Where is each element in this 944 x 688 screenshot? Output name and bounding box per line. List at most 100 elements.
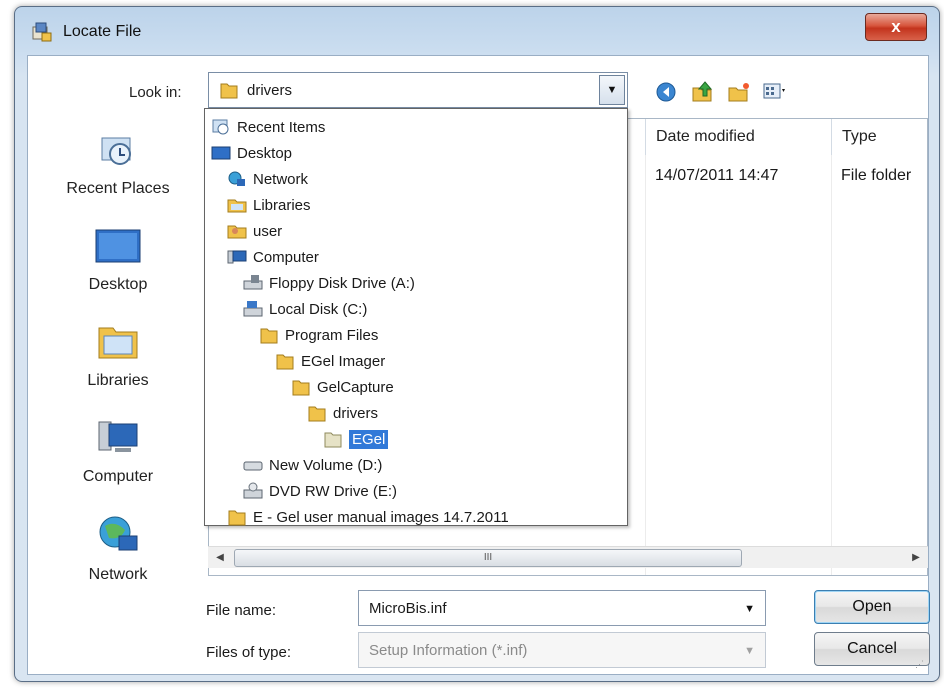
dropdown-item-label: Network [253, 170, 309, 188]
file-name-input[interactable]: MicroBis.inf ▼ [358, 590, 766, 626]
computer-icon [227, 250, 247, 264]
dropdown-item-label: Computer [253, 248, 319, 266]
dropdown-item-gelcapture[interactable]: GelCapture [291, 375, 394, 399]
dropdown-item-label: Local Disk (C:) [269, 300, 368, 318]
desktop-icon [211, 146, 231, 160]
place-libraries[interactable]: Libraries [28, 318, 208, 390]
computer-icon [98, 421, 138, 452]
dropdown-item-label: Program Files [285, 326, 379, 344]
places-bar: Recent Places Desktop Libraries Computer… [28, 118, 208, 618]
chevron-down-icon[interactable]: ▼ [744, 603, 755, 615]
horizontal-scrollbar[interactable]: ◀ III ▶ [208, 546, 928, 568]
libraries-icon [227, 199, 247, 213]
scroll-right-icon[interactable]: ▶ [908, 550, 924, 566]
app-icon [32, 22, 52, 42]
column-divider [831, 155, 832, 575]
recent-items-icon [212, 119, 229, 135]
chevron-down-icon[interactable]: ▼ [599, 75, 625, 105]
locate-file-dialog: Locate File x Look in: drivers ▼ Recent … [14, 6, 940, 682]
dropdown-item-label: New Volume (D:) [269, 456, 383, 474]
dropdown-item-label: E - Gel user manual images 14.7.2011 [253, 508, 509, 526]
look-in-combo[interactable]: drivers ▼ [208, 72, 628, 108]
dropdown-item-label: DVD RW Drive (E:) [269, 482, 398, 500]
close-button[interactable]: x [865, 13, 927, 41]
look-in-dropdown-list: Recent Items Desktop Network Libraries u… [204, 108, 628, 526]
scroll-left-icon[interactable]: ◀ [212, 550, 228, 566]
look-in-label: Look in: [129, 84, 182, 101]
user-icon [227, 225, 247, 239]
place-network[interactable]: Network [28, 512, 208, 584]
folder-icon [276, 354, 294, 370]
dialog-title: Locate File [63, 23, 142, 40]
up-folder-icon[interactable] [690, 80, 716, 104]
dropdown-item-label: drivers [333, 404, 379, 422]
dropdown-item-floppy[interactable]: Floppy Disk Drive (A:) [243, 271, 415, 295]
column-header-date-modified[interactable]: Date modified [645, 119, 831, 155]
resize-grip-icon[interactable]: ⋰ [915, 659, 924, 670]
network-icon [99, 516, 138, 551]
row-date-modified[interactable]: 14/07/2011 14:47 [655, 167, 778, 185]
place-recent-places[interactable]: Recent Places [28, 128, 208, 198]
dropdown-item-label: Floppy Disk Drive (A:) [269, 274, 415, 292]
local-disk-icon [243, 301, 263, 317]
dropdown-item-label: GelCapture [317, 378, 394, 396]
place-desktop[interactable]: Desktop [28, 224, 208, 294]
dropdown-item-local-disk[interactable]: Local Disk (C:) [243, 297, 367, 321]
floppy-drive-icon [243, 275, 263, 290]
dropdown-item-recent-items[interactable]: Recent Items [211, 115, 325, 139]
dropdown-item-label: EGel Imager [301, 352, 386, 370]
dropdown-item-program-files[interactable]: Program Files [259, 323, 378, 347]
row-type[interactable]: File folder [841, 167, 911, 185]
dropdown-item-libraries[interactable]: Libraries [227, 193, 311, 217]
dropdown-item-drivers[interactable]: drivers [307, 401, 378, 425]
column-header-type[interactable]: Type [831, 119, 929, 155]
place-label: Recent Places [66, 180, 170, 197]
folder-icon [260, 328, 278, 344]
folder-icon [220, 83, 238, 99]
view-menu-icon[interactable] [762, 80, 788, 104]
dvd-drive-icon [243, 482, 263, 499]
dropdown-item-label: Libraries [253, 196, 311, 214]
scroll-thumb[interactable]: III [234, 549, 742, 567]
dropdown-item-dvd-drive[interactable]: DVD RW Drive (E:) [243, 479, 397, 503]
dropdown-item-label: EGel [349, 429, 389, 449]
dropdown-item-computer[interactable]: Computer [227, 245, 319, 269]
back-icon[interactable] [654, 80, 680, 104]
place-label: Desktop [88, 276, 148, 293]
dropdown-item-network[interactable]: Network [227, 167, 308, 191]
drive-icon [243, 461, 263, 471]
look-in-value: drivers [247, 82, 293, 99]
dropdown-item-egel[interactable]: EGel [323, 427, 389, 451]
place-label: Network [88, 566, 148, 583]
file-type-label: Files of type: [206, 644, 292, 661]
dropdown-item-label: Recent Items [237, 118, 326, 136]
dropdown-item-user[interactable]: user [227, 219, 282, 243]
file-name-value: MicroBis.inf [369, 600, 447, 617]
dropdown-item-label: user [253, 222, 283, 240]
place-label: Computer [82, 468, 154, 485]
dropdown-item-egel-imager[interactable]: EGel Imager [275, 349, 385, 373]
dropdown-item-egel-manual-images[interactable]: E - Gel user manual images 14.7.2011 [227, 505, 509, 529]
file-type-select[interactable]: Setup Information (*.inf) ▼ [358, 632, 766, 668]
open-button[interactable]: Open [814, 590, 930, 624]
dropdown-item-new-volume[interactable]: New Volume (D:) [243, 453, 382, 477]
navigation-toolbar [654, 80, 788, 104]
place-computer[interactable]: Computer [28, 416, 208, 486]
libraries-icon [98, 327, 138, 359]
file-name-label: File name: [206, 602, 277, 619]
cancel-button[interactable]: Cancel [814, 632, 930, 666]
dropdown-item-label: Desktop [237, 144, 293, 162]
new-folder-icon[interactable] [726, 80, 752, 104]
network-icon [228, 171, 245, 186]
recent-places-icon [101, 137, 131, 165]
folder-icon [308, 406, 326, 422]
file-type-value: Setup Information (*.inf) [369, 642, 528, 659]
dialog-body: Look in: drivers ▼ Recent Places Desktop… [27, 55, 930, 675]
folder-icon [228, 510, 246, 526]
column-divider [645, 155, 646, 575]
desktop-icon [95, 229, 141, 263]
chevron-down-icon[interactable]: ▼ [744, 645, 755, 657]
title-bar[interactable]: Locate File x [15, 7, 939, 55]
folder-icon [324, 432, 342, 448]
dropdown-item-desktop[interactable]: Desktop [211, 141, 292, 165]
